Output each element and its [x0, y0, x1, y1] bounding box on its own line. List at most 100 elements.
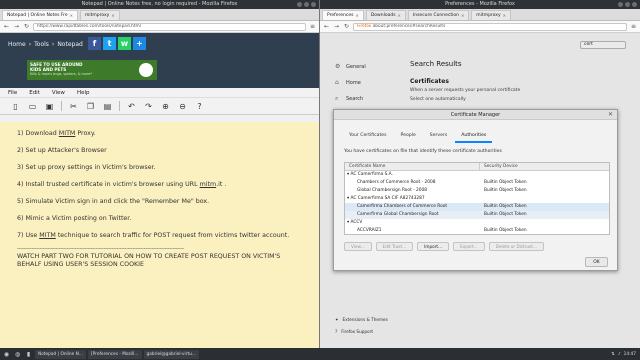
table-row[interactable]: ▾ AC Camerfirma S.A.	[345, 171, 609, 179]
ok-button[interactable]: OK	[585, 257, 608, 267]
tab-mitmproxy[interactable]: mitmproxy ✕	[471, 10, 511, 20]
tab-insecure-connection[interactable]: Insecure Connection ✕	[407, 10, 470, 20]
close-icon[interactable]: ✕	[503, 11, 506, 20]
table-row[interactable]: Global Chambersign Root - 2008 Builtin Ob…	[345, 187, 609, 195]
menu-file[interactable]: File	[8, 90, 17, 96]
table-row[interactable]: ACCVRAIZ1 Builtin Object Token	[345, 227, 609, 234]
column-certificate-name[interactable]: Certificate Name	[345, 163, 480, 170]
window-title: Notepad | Online Notes free, no login re…	[81, 1, 238, 7]
tab-mitmproxy[interactable]: mitmproxy ✕	[80, 10, 120, 20]
twitter-icon[interactable]: t	[103, 37, 116, 50]
tab-preferences[interactable]: Preferences ✕	[322, 10, 364, 20]
tab-strip: Notepad | Online Notes Fre ✕ mitmproxy ✕	[0, 9, 319, 21]
tab-downloads[interactable]: Downloads ✕	[365, 10, 406, 20]
table-row[interactable]: Camerfirma Global Chambersign Root Builti…	[345, 211, 609, 219]
copy-icon[interactable]: ❐	[83, 100, 98, 113]
close-button[interactable]	[311, 2, 316, 7]
notepad-text-area[interactable]: 1) Download MITM Proxy. 2) Set up Attack…	[0, 122, 319, 348]
forward-icon[interactable]: →	[333, 23, 340, 30]
volume-icon[interactable]: ♪	[618, 352, 621, 357]
spellcheck-word: MITM	[58, 130, 76, 137]
close-icon[interactable]: ✕	[70, 11, 73, 20]
firefox-url-badge: Firefox	[357, 23, 372, 29]
close-icon[interactable]: ✕	[111, 11, 114, 20]
notepad-browser-window: Notepad | Online Notes free, no login re…	[0, 0, 320, 348]
table-header: Certificate Name Security Device	[345, 163, 609, 171]
app-menu-icon[interactable]: ◉	[2, 350, 11, 359]
advertisement-banner[interactable]: SAFE TO USE AROUND KIDS AND PETS Kills &…	[27, 60, 157, 80]
open-folder-icon[interactable]: ▭	[25, 100, 40, 113]
url-bar[interactable]: Firefox about:preferences#searchResults	[353, 22, 627, 31]
breadcrumb-tools[interactable]: Tools	[34, 41, 49, 48]
close-icon[interactable]: ✕	[608, 110, 613, 120]
forward-icon[interactable]: →	[13, 23, 20, 30]
table-row[interactable]: Chambers of Commerce Root - 2008 Builtin …	[345, 179, 609, 187]
editor-line: 5) Simulate Victim sign in and click the…	[17, 198, 210, 205]
tab-your-certificates[interactable]: Your Certificates	[343, 130, 393, 143]
breadcrumb-home[interactable]: Home	[8, 41, 26, 48]
tab-servers[interactable]: Servers	[424, 130, 453, 143]
undo-icon[interactable]: ↶	[124, 100, 139, 113]
save-icon[interactable]: ▣	[42, 100, 57, 113]
facebook-icon[interactable]: f	[88, 37, 101, 50]
tab-authorities[interactable]: Authorities	[455, 130, 493, 143]
taskbar-item-terminal[interactable]: gabriel@gabriel-virtu...	[143, 349, 200, 359]
zoom-out-icon[interactable]: ⊖	[175, 100, 190, 113]
site-header: Home › Tools › Notepad f t w + SAFE TO U…	[0, 33, 319, 88]
cut-icon[interactable]: ✂	[66, 100, 81, 113]
editor-line: 4) Install trusted certificate in victim…	[17, 181, 227, 188]
certificate-table: Certificate Name Security Device ▾ AC Ca…	[344, 162, 610, 235]
breadcrumb: Home › Tools › Notepad	[8, 41, 83, 48]
import-button[interactable]: Import...	[417, 242, 450, 251]
taskbar-item-preferences[interactable]: [Preferences - Mozill...	[87, 349, 142, 359]
help-icon[interactable]: ?	[192, 100, 207, 113]
close-icon[interactable]: ✕	[355, 11, 358, 20]
delete-or-distrust-button: Delete or Distrust...	[488, 242, 544, 251]
whatsapp-icon[interactable]: w	[118, 37, 131, 50]
minimize-button[interactable]	[618, 2, 623, 7]
column-security-device[interactable]: Security Device	[480, 163, 609, 170]
tab-label: Insecure Connection	[412, 12, 459, 18]
url-bar[interactable]: https://www.rapidtables.com/tools/notepa…	[33, 22, 306, 31]
dialog-title: Certificate Manager	[450, 112, 501, 118]
share-icon[interactable]: +	[133, 37, 146, 50]
network-icon[interactable]: ⇅	[611, 352, 615, 357]
editor-line: 6) Mimic a Victim posting on Twitter.	[17, 215, 132, 222]
tab-label: Notepad | Online Notes Fre	[7, 12, 68, 18]
firefox-icon[interactable]: ◍	[13, 350, 22, 359]
close-icon[interactable]: ✕	[461, 11, 464, 20]
tab-label: mitmproxy	[476, 12, 501, 18]
table-row[interactable]: Camerfirma Chambers of Commerce Root Buil…	[345, 203, 609, 211]
redo-icon[interactable]: ↷	[141, 100, 156, 113]
taskbar-item-notepad[interactable]: Notepad | Online N...	[35, 349, 86, 359]
menu-view[interactable]: View	[52, 90, 65, 96]
maximize-button[interactable]	[304, 2, 309, 7]
close-icon[interactable]: ✕	[398, 11, 401, 20]
divider-line: ----------------------------------------…	[17, 246, 184, 252]
menu-help[interactable]: Help	[77, 90, 90, 96]
ad-logo	[139, 63, 153, 77]
clock[interactable]: 14:47	[624, 352, 636, 357]
minimize-button[interactable]	[297, 2, 302, 7]
table-row[interactable]: ▾ AC Camerfirma SA CIF A82743287	[345, 195, 609, 203]
maximize-button[interactable]	[625, 2, 630, 7]
paste-icon[interactable]: ▤	[100, 100, 115, 113]
authorities-info-text: You have certificates on file that ident…	[344, 149, 502, 154]
back-icon[interactable]: ←	[323, 23, 330, 30]
zoom-in-icon[interactable]: ⊕	[158, 100, 173, 113]
breadcrumb-notepad: Notepad	[57, 41, 83, 48]
menu-icon[interactable]: ≡	[309, 23, 316, 30]
back-icon[interactable]: ←	[3, 23, 10, 30]
terminal-icon[interactable]: ▮	[24, 350, 33, 359]
navigation-bar: ← → ↻ https://www.rapidtables.com/tools/…	[0, 21, 319, 33]
tab-notepad[interactable]: Notepad | Online Notes Fre ✕	[2, 10, 79, 20]
menu-edit[interactable]: Edit	[29, 90, 40, 96]
editor-line: 7) Use MITM technique to search traffic …	[17, 232, 290, 239]
close-button[interactable]	[632, 2, 637, 7]
reload-icon[interactable]: ↻	[23, 23, 30, 30]
tab-people[interactable]: People	[395, 130, 422, 143]
reload-icon[interactable]: ↻	[343, 23, 350, 30]
menu-icon[interactable]: ≡	[630, 23, 637, 30]
new-file-icon[interactable]: ▯	[8, 100, 23, 113]
table-row[interactable]: ▾ ACCV	[345, 219, 609, 227]
